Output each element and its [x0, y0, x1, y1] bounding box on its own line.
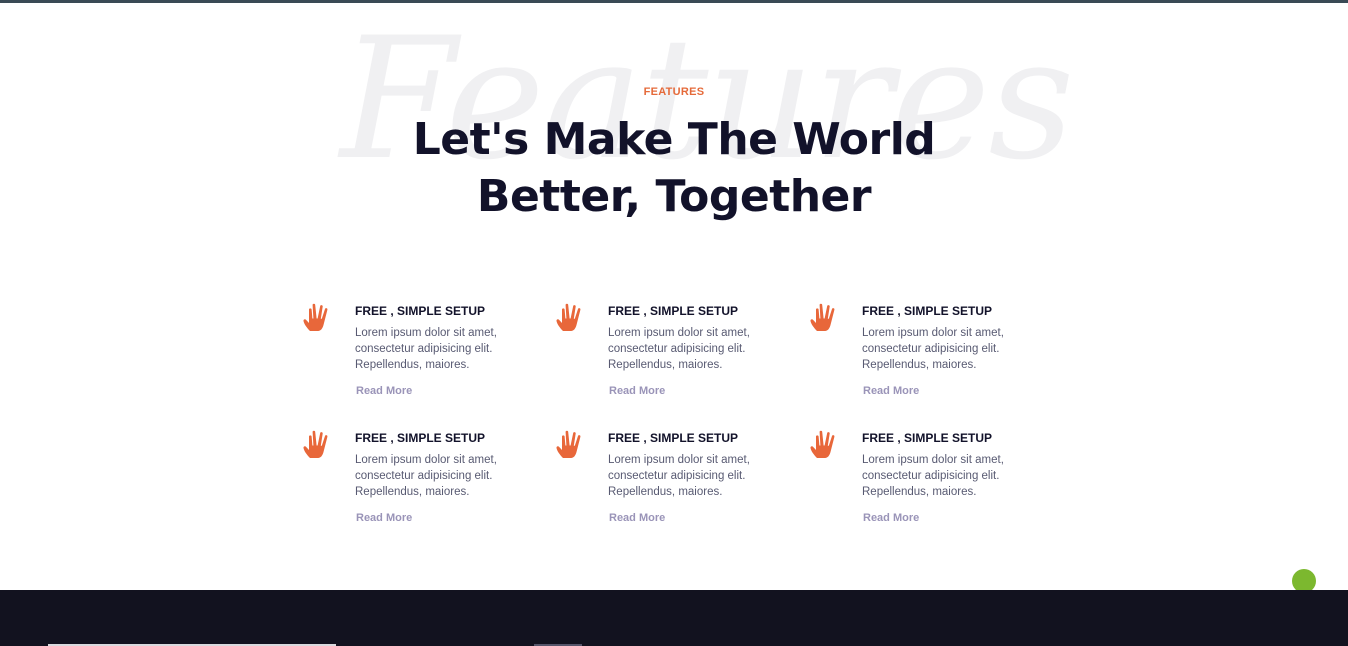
- section-eyebrow: FEATURES: [643, 86, 705, 98]
- description-line: Lorem ipsum dolor sit amet,: [862, 327, 1004, 339]
- description-line: Repellendus, maiores.: [862, 486, 977, 498]
- read-more-link[interactable]: Read More: [356, 512, 412, 524]
- hand-icon: [810, 301, 840, 333]
- feature-card: FREE , SIMPLE SETUP Lorem ipsum dolor si…: [556, 301, 796, 411]
- description-line: Lorem ipsum dolor sit amet,: [608, 327, 750, 339]
- read-more-link[interactable]: Read More: [863, 512, 919, 524]
- feature-description: Lorem ipsum dolor sit amet, consectetur …: [608, 452, 798, 500]
- description-line: consectetur adipisicing elit.: [355, 343, 493, 355]
- feature-title: FREE , SIMPLE SETUP: [862, 304, 993, 318]
- feature-title: FREE , SIMPLE SETUP: [355, 304, 486, 318]
- feature-description: Lorem ipsum dolor sit amet, consectetur …: [862, 325, 1052, 373]
- description-line: Repellendus, maiores.: [608, 359, 723, 371]
- hand-icon: [556, 301, 586, 333]
- description-line: Repellendus, maiores.: [608, 486, 723, 498]
- feature-title: FREE , SIMPLE SETUP: [862, 431, 993, 445]
- feature-card: FREE , SIMPLE SETUP Lorem ipsum dolor si…: [303, 301, 543, 411]
- features-section: Features FEATURES Let's Make The World B…: [0, 3, 1348, 590]
- feature-title: FREE , SIMPLE SETUP: [608, 431, 739, 445]
- hand-icon: [303, 301, 333, 333]
- headline-line-1: Let's Make The World: [412, 114, 936, 165]
- hand-icon: [556, 428, 586, 460]
- dark-footer-section: [0, 590, 1348, 646]
- feature-card: FREE , SIMPLE SETUP Lorem ipsum dolor si…: [810, 301, 1050, 411]
- description-line: Lorem ipsum dolor sit amet,: [608, 454, 750, 466]
- read-more-link[interactable]: Read More: [356, 385, 412, 397]
- read-more-link[interactable]: Read More: [609, 512, 665, 524]
- feature-description: Lorem ipsum dolor sit amet, consectetur …: [355, 325, 545, 373]
- feature-card: FREE , SIMPLE SETUP Lorem ipsum dolor si…: [303, 428, 543, 538]
- hand-icon: [810, 428, 840, 460]
- description-line: Repellendus, maiores.: [355, 486, 470, 498]
- headline-line-2: Better, Together: [476, 171, 872, 222]
- section-headline: Let's Make The World Better, Together: [374, 111, 974, 225]
- feature-title: FREE , SIMPLE SETUP: [355, 431, 486, 445]
- features-grid: FREE , SIMPLE SETUP Lorem ipsum dolor si…: [303, 301, 1063, 561]
- description-line: Lorem ipsum dolor sit amet,: [862, 454, 1004, 466]
- read-more-link[interactable]: Read More: [609, 385, 665, 397]
- hand-icon: [303, 428, 333, 460]
- description-line: Lorem ipsum dolor sit amet,: [355, 454, 497, 466]
- description-line: Repellendus, maiores.: [862, 359, 977, 371]
- description-line: consectetur adipisicing elit.: [608, 470, 746, 482]
- read-more-link[interactable]: Read More: [863, 385, 919, 397]
- feature-card: FREE , SIMPLE SETUP Lorem ipsum dolor si…: [810, 428, 1050, 538]
- description-line: Repellendus, maiores.: [355, 359, 470, 371]
- feature-description: Lorem ipsum dolor sit amet, consectetur …: [862, 452, 1052, 500]
- description-line: consectetur adipisicing elit.: [862, 343, 1000, 355]
- description-line: consectetur adipisicing elit.: [355, 470, 493, 482]
- feature-title: FREE , SIMPLE SETUP: [608, 304, 739, 318]
- feature-description: Lorem ipsum dolor sit amet, consectetur …: [355, 452, 545, 500]
- feature-description: Lorem ipsum dolor sit amet, consectetur …: [608, 325, 798, 373]
- description-line: Lorem ipsum dolor sit amet,: [355, 327, 497, 339]
- description-line: consectetur adipisicing elit.: [862, 470, 1000, 482]
- description-line: consectetur adipisicing elit.: [608, 343, 746, 355]
- feature-card: FREE , SIMPLE SETUP Lorem ipsum dolor si…: [556, 428, 796, 538]
